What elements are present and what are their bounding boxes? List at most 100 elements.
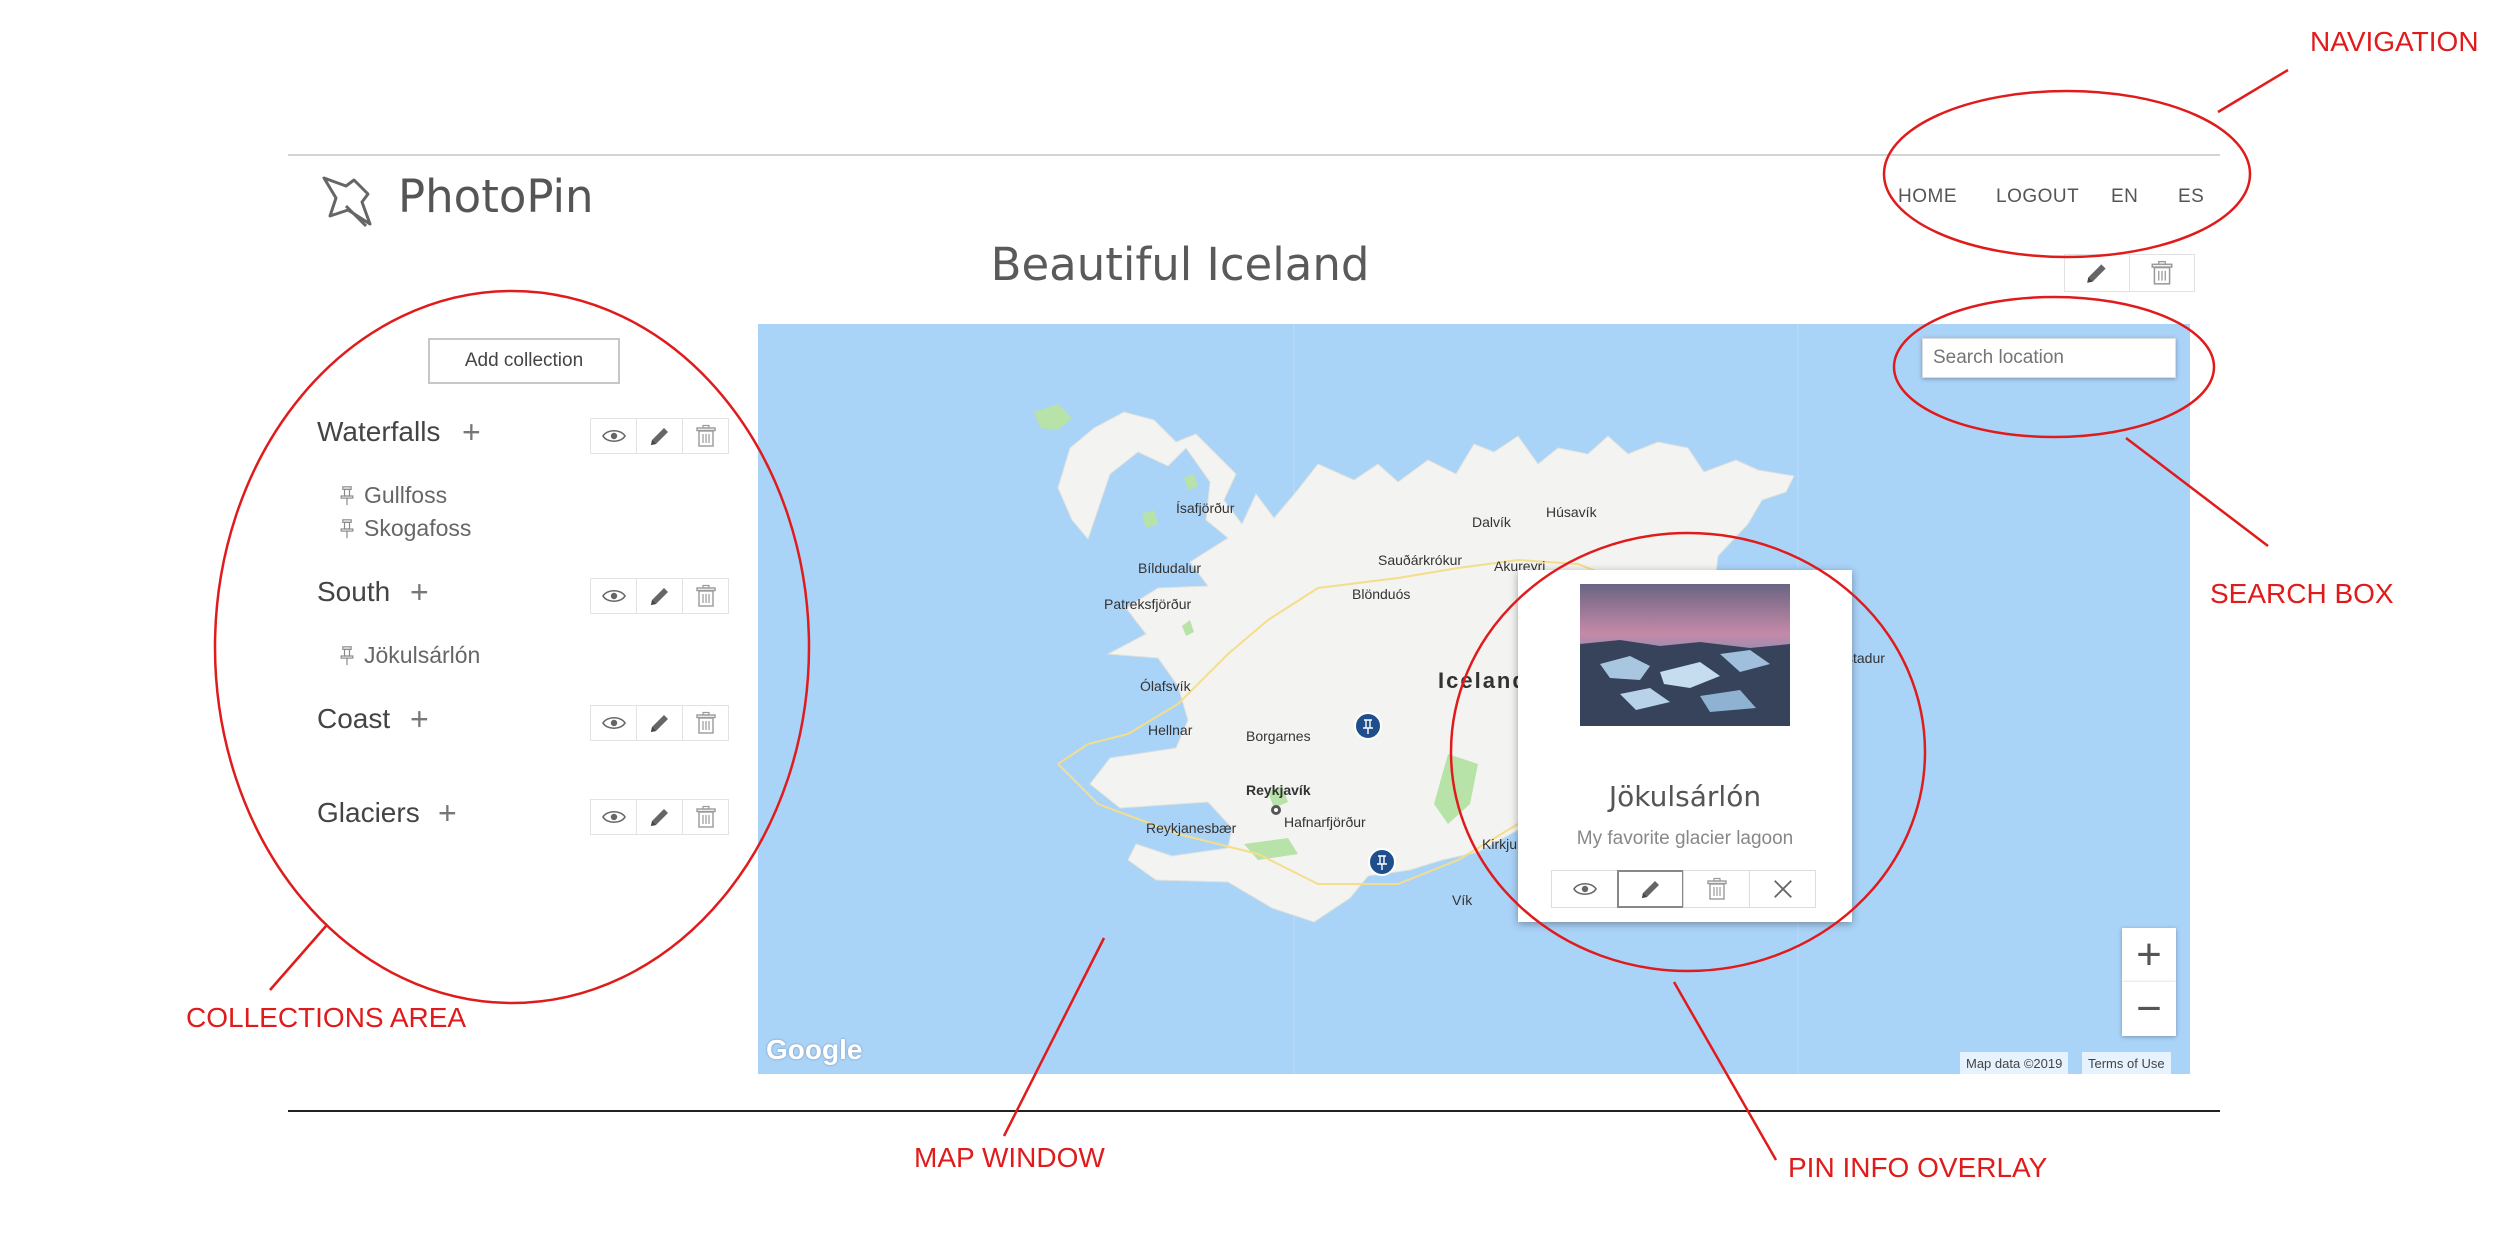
place-label: Ólafsvík (1140, 678, 1191, 694)
place-label: Hafnarfjörður (1284, 814, 1366, 830)
nav-home[interactable]: HOME (1898, 186, 1957, 208)
view-collection-button[interactable] (590, 799, 637, 835)
delete-collection-button[interactable] (682, 578, 729, 614)
pin-item-skogafoss[interactable]: Skogafoss (338, 515, 471, 542)
delete-map-button[interactable] (2129, 254, 2195, 292)
collection-name-coast[interactable]: Coast (317, 703, 390, 735)
pushpin-icon (338, 519, 356, 539)
iceland-land-shape (1034, 324, 1799, 1074)
collections-area-circle (213, 289, 811, 1005)
trash-icon (694, 805, 718, 829)
pencil-icon (648, 711, 672, 735)
collection-actions-glaciers (590, 799, 729, 835)
map-window[interactable]: Ísafjörður Bíldudalur Patreksfjörður Óla… (758, 324, 2190, 1074)
annotation-search-box: SEARCH BOX (2210, 578, 2394, 609)
trash-icon (694, 424, 718, 448)
collection-name-south[interactable]: South (317, 576, 390, 608)
eye-icon (602, 584, 626, 608)
add-pin-coast-icon[interactable]: + (410, 703, 429, 735)
google-logo: Google (766, 1034, 863, 1065)
view-pin-button[interactable] (1551, 870, 1618, 908)
pushpin-icon (338, 646, 356, 666)
add-pin-south-icon[interactable]: + (410, 576, 429, 608)
view-collection-button[interactable] (590, 578, 637, 614)
map-pin-marker[interactable] (1354, 712, 1382, 740)
edit-collection-button[interactable] (636, 578, 683, 614)
annotation-navigation: NAVIGATION (2310, 26, 2479, 57)
add-pin-glaciers-icon[interactable]: + (438, 797, 457, 829)
eye-icon (602, 805, 626, 829)
delete-collection-button[interactable] (682, 799, 729, 835)
pin-info-overlay: Jökulsárlón My favorite glacier lagoon (1518, 570, 1852, 922)
view-collection-button[interactable] (590, 705, 637, 741)
pencil-icon (2084, 260, 2110, 286)
add-pin-waterfalls-icon[interactable]: + (462, 416, 481, 448)
pushpin-icon (322, 176, 372, 228)
page-title: Beautiful Iceland (990, 238, 1370, 291)
header-divider (288, 154, 2220, 156)
place-label: Sauðárkrókur (1378, 552, 1463, 568)
place-label: Reykjavík (1246, 782, 1311, 798)
pin-item-gullfoss[interactable]: Gullfoss (338, 482, 447, 509)
place-label: Dalvík (1472, 514, 1511, 530)
collection-name-waterfalls[interactable]: Waterfalls (317, 416, 440, 448)
place-label: Iceland (1438, 668, 1528, 693)
collection-actions-coast (590, 705, 729, 741)
delete-pin-button[interactable] (1683, 870, 1750, 908)
place-label: Ísafjörður (1176, 500, 1235, 516)
navigation-circle (1882, 89, 2252, 259)
collection-name-glaciers[interactable]: Glaciers (317, 797, 420, 829)
place-label: Borgarnes (1246, 728, 1311, 744)
annotation-pin-info-overlay: PIN INFO OVERLAY (1788, 1152, 2048, 1183)
add-collection-button[interactable]: Add collection (428, 338, 620, 384)
annotation-collections-area: COLLECTIONS AREA (186, 1002, 467, 1033)
terms-of-use-link[interactable]: Terms of Use (2082, 1052, 2171, 1074)
trash-icon (694, 584, 718, 608)
close-pin-button[interactable] (1749, 870, 1816, 908)
annotation-map-window: MAP WINDOW (914, 1142, 1105, 1173)
zoom-in-button[interactable]: + (2122, 928, 2176, 982)
collection-actions-waterfalls (590, 418, 729, 454)
nav-lang-en[interactable]: EN (2111, 186, 2138, 208)
edit-map-button[interactable] (2064, 254, 2130, 292)
footer-divider (288, 1110, 2220, 1112)
zoom-out-button[interactable]: − (2122, 982, 2176, 1036)
trash-icon (694, 711, 718, 735)
edit-collection-button[interactable] (636, 418, 683, 454)
delete-collection-button[interactable] (682, 418, 729, 454)
place-label: Patreksfjörður (1104, 596, 1192, 612)
pencil-icon (648, 584, 672, 608)
close-icon (1772, 878, 1794, 900)
edit-collection-button[interactable] (636, 799, 683, 835)
pin-item-label: Gullfoss (364, 482, 448, 508)
collection-actions-south (590, 578, 729, 614)
edit-collection-button[interactable] (636, 705, 683, 741)
nav-lang-es[interactable]: ES (2178, 186, 2204, 208)
view-collection-button[interactable] (590, 418, 637, 454)
pin-photo-thumbnail (1580, 584, 1790, 726)
pin-description: My favorite glacier lagoon (1576, 828, 1794, 849)
pin-item-label: Jökulsárlón (364, 642, 481, 668)
map-pin-marker[interactable] (1368, 848, 1396, 876)
place-label: Reykjanesbær (1146, 820, 1237, 836)
nav-logout[interactable]: LOGOUT (1996, 186, 2079, 208)
trash-icon (1705, 877, 1729, 901)
pencil-icon (1639, 877, 1663, 901)
delete-collection-button[interactable] (682, 705, 729, 741)
pencil-icon (648, 424, 672, 448)
place-label: Hellnar (1148, 722, 1193, 738)
pin-item-jokulsarlon[interactable]: Jökulsárlón (338, 642, 480, 669)
eye-icon (1573, 877, 1597, 901)
pencil-icon (648, 805, 672, 829)
eye-icon (602, 424, 626, 448)
app-brand[interactable]: PhotoPin (398, 170, 594, 223)
place-label: Húsavík (1546, 504, 1597, 520)
trash-icon (2149, 260, 2175, 286)
search-location-input[interactable] (1922, 338, 2176, 378)
pin-actions (1551, 870, 1816, 908)
pin-item-label: Skogafoss (364, 515, 472, 541)
eye-icon (602, 711, 626, 735)
place-label: Blönduós (1352, 586, 1411, 602)
edit-pin-button[interactable] (1617, 870, 1684, 908)
place-label: Bíldudalur (1138, 560, 1202, 576)
